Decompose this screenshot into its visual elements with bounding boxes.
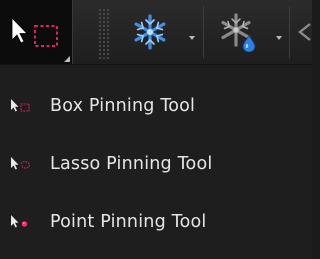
snowflake-drop-icon [221,13,256,53]
menu-item-label: Point Pinning Tool [50,212,207,232]
box-pinning-tool-icon [11,17,58,47]
menu-item-lasso-pinning[interactable]: Lasso Pinning Tool [0,139,312,189]
flyout-indicator [64,56,70,62]
snowflake-icon [134,14,166,50]
toolbar-separator [289,6,290,58]
menu-item-box-pinning[interactable]: Box Pinning Tool [0,81,312,131]
box-pinning-icon [0,81,36,131]
thaw-button[interactable] [208,0,268,64]
point-pinning-icon [0,197,36,247]
toolbar-separator [203,6,204,58]
thaw-dropdown-arrow[interactable] [276,36,282,40]
lasso-pinning-icon [0,139,36,189]
menu-item-label: Box Pinning Tool [50,96,196,116]
freeze-dropdown-arrow[interactable] [189,36,195,40]
freeze-button[interactable] [118,0,182,64]
menu-item-point-pinning[interactable]: Point Pinning Tool [0,197,312,247]
overflow-tool-icon[interactable] [296,20,312,44]
pinning-tool-button[interactable] [0,0,73,64]
toolbar-grip[interactable] [98,8,110,60]
toolbar [0,0,312,64]
pinning-tool-menu: Box Pinning Tool Lasso Pinning Tool Poin… [0,64,312,259]
menu-item-label: Lasso Pinning Tool [50,154,213,174]
